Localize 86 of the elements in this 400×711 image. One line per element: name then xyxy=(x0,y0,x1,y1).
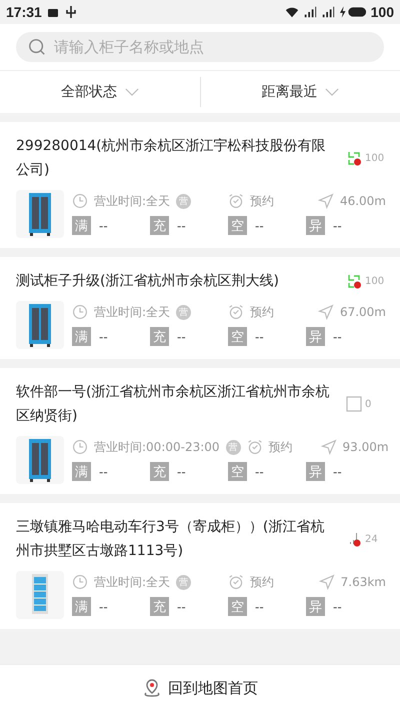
distance: 46.00m xyxy=(340,194,386,208)
stat-value: -- xyxy=(99,464,108,478)
status-count: 100 xyxy=(365,276,384,286)
reserve-label: 预约 xyxy=(268,438,293,456)
status-count: 0 xyxy=(365,398,372,410)
signal-icon xyxy=(320,5,335,19)
stat-tag: 异 xyxy=(306,462,325,481)
alarm-clock-icon xyxy=(246,439,263,455)
distance: 7.63km xyxy=(340,575,386,589)
battery-level: 100 xyxy=(370,4,394,20)
stat-value: -- xyxy=(177,464,186,478)
network-offline-icon xyxy=(346,273,362,289)
checkbox-icon xyxy=(346,396,362,412)
stat-tag: 空 xyxy=(228,327,247,346)
stat-tag: 充 xyxy=(150,216,169,235)
cabinet-name: 软件部一号(浙江省杭州市余杭区浙江省杭州市余杭区纳贤街) xyxy=(16,383,330,426)
stat-value: -- xyxy=(333,218,342,232)
stat-value: -- xyxy=(333,330,342,344)
navigation-arrow-icon xyxy=(318,304,334,320)
search-field[interactable]: 请输入柜子名称或地点 xyxy=(16,32,384,62)
signal-icon xyxy=(302,5,317,19)
stat-value: -- xyxy=(255,330,264,344)
clock-icon xyxy=(72,574,88,590)
locker-cabinet-icon xyxy=(16,571,64,619)
filter-dropdown[interactable]: 全部状态 xyxy=(0,77,200,107)
stat-value: -- xyxy=(177,600,186,614)
charging-cabinet-icon xyxy=(16,301,64,349)
clock-icon xyxy=(72,439,88,455)
stat-value: -- xyxy=(177,330,186,344)
stat-tag: 满 xyxy=(72,216,91,235)
search-icon xyxy=(28,38,46,56)
stat-tag: 异 xyxy=(306,216,325,235)
business-hours: 营业时间:全天 xyxy=(94,192,170,210)
clock: 17:31 xyxy=(6,4,42,20)
navigation-arrow-icon xyxy=(318,193,334,209)
stat-tag: 满 xyxy=(72,327,91,346)
usb-icon xyxy=(64,5,78,19)
status-count: 24 xyxy=(365,534,378,544)
reserve-label: 预约 xyxy=(250,192,274,210)
network-offline-icon xyxy=(346,150,362,166)
clock-icon xyxy=(72,193,88,209)
stat-tag: 满 xyxy=(72,462,91,481)
stat-value: -- xyxy=(333,464,342,478)
navigation-arrow-icon xyxy=(320,439,337,455)
stat-value: -- xyxy=(177,218,186,232)
clock-icon xyxy=(72,304,88,320)
stat-value: -- xyxy=(99,218,108,232)
wifi-icon xyxy=(284,5,299,19)
stat-tag: 异 xyxy=(306,597,325,616)
filter-dropdown[interactable]: 距离最近 xyxy=(200,77,400,107)
cabinet-name: 测试柜子升级(浙江省杭州市余杭区荆大线) xyxy=(16,272,280,291)
reserve-label: 预约 xyxy=(250,304,274,320)
stat-value: -- xyxy=(99,330,108,344)
stat-tag: 空 xyxy=(228,462,247,481)
business-hours: 营业时间:00:00-23:00 xyxy=(94,438,220,456)
reserve-label: 预约 xyxy=(250,574,274,590)
cabinet-name: 三墩镇雅马哈电动车行3号（寄成柜））(浙江省杭州市拱墅区古墩路1113号) xyxy=(16,518,326,561)
stat-tag: 异 xyxy=(306,327,325,346)
distance: 67.00m xyxy=(340,305,386,319)
distance: 93.00m xyxy=(342,440,389,454)
map-pin-icon xyxy=(142,678,162,698)
alarm-clock-icon xyxy=(228,304,244,320)
stat-value: -- xyxy=(333,600,342,614)
alarm-clock-icon xyxy=(228,193,244,209)
stat-tag: 满 xyxy=(72,597,91,616)
battery-icon xyxy=(338,5,367,19)
status-count: 100 xyxy=(365,152,384,164)
chevron-down-icon xyxy=(124,88,139,96)
stat-tag: 充 xyxy=(150,462,169,481)
stat-value: -- xyxy=(255,600,264,614)
stat-tag: 空 xyxy=(228,216,247,235)
stat-value: -- xyxy=(255,464,264,478)
chevron-down-icon xyxy=(325,88,340,96)
business-hours: 营业时间:全天 xyxy=(94,304,170,320)
stat-tag: 充 xyxy=(150,597,169,616)
alarm-clock-icon xyxy=(228,574,244,590)
back-to-map-button[interactable]: 回到地图首页 xyxy=(136,677,264,699)
cabinet-name: 299280014(杭州市余杭区浙江宇松科技股份有限公司) xyxy=(16,137,327,180)
stat-tag: 充 xyxy=(150,327,169,346)
navigation-arrow-icon xyxy=(318,574,335,590)
stat-value: -- xyxy=(99,600,108,614)
stat-value: -- xyxy=(255,218,264,232)
charging-cabinet-icon xyxy=(16,436,64,484)
stat-tag: 空 xyxy=(228,597,247,616)
charging-cabinet-icon xyxy=(16,190,64,238)
business-hours: 营业时间:全天 xyxy=(94,574,170,590)
